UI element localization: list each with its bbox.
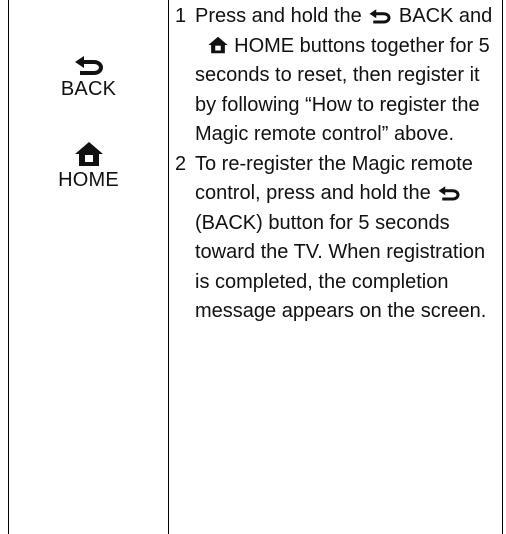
home-icon (74, 142, 103, 166)
back-arrow-icon (74, 56, 103, 75)
step-text-part: (BACK) button for 5 seconds toward the T… (195, 211, 487, 323)
step-text-part: To re-register the Magic remote control,… (195, 152, 473, 205)
back-arrow-icon (369, 9, 391, 24)
step-text-part: HOME buttons together for 5 seconds to r… (195, 34, 490, 146)
steps-column: 1 Press and hold the BACK and HOME butto… (169, 0, 503, 325)
back-label: BACK (60, 78, 117, 100)
step-number: 2 (175, 152, 187, 175)
back-button-group: BACK (9, 53, 168, 101)
button-icon-column: BACK HOME (9, 0, 168, 534)
step-text: To re-register the Magic remote control,… (195, 150, 495, 327)
step-text-part: BACK and (398, 5, 493, 27)
back-arrow-icon (438, 186, 460, 201)
home-label: HOME (58, 169, 119, 191)
instruction-table: BACK HOME 1 Press and hold the BACK and (8, 0, 503, 534)
home-icon (207, 36, 228, 53)
step-text-part: Press and hold the (195, 5, 362, 27)
step-text: Press and hold the BACK and HOME buttons… (195, 2, 495, 150)
step-2: 2 To re-register the Magic remote contro… (169, 150, 503, 327)
step-1: 1 Press and hold the BACK and HOME butto… (169, 2, 503, 150)
step-number: 1 (175, 5, 187, 27)
home-button-group: HOME (9, 140, 168, 192)
